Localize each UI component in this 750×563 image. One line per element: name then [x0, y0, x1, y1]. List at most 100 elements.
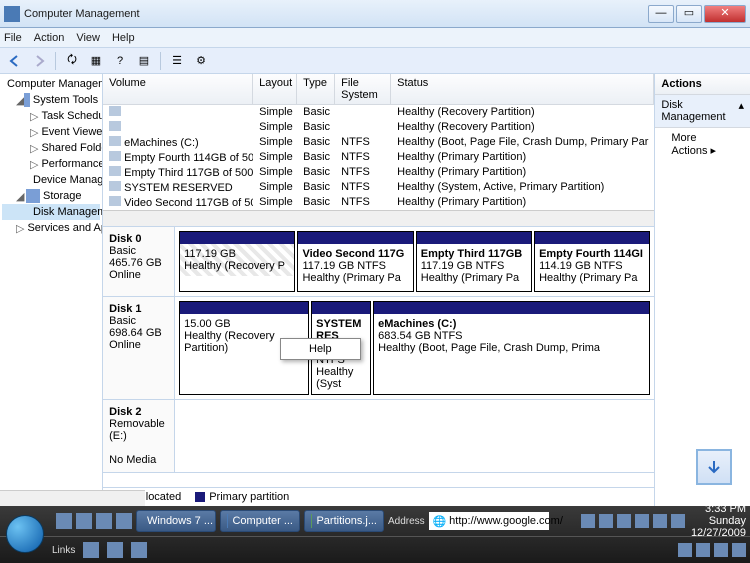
partition-d0-1[interactable]: Video Second 117G117.19 GB NTFSHealthy (…: [297, 231, 413, 292]
settings-icon[interactable]: ⚙: [190, 50, 212, 72]
link-icon[interactable]: [131, 542, 147, 558]
refresh-icon[interactable]: 🗘: [61, 50, 83, 72]
address-bar[interactable]: 🌐 http://www.google.com/: [429, 512, 549, 530]
col-filesystem[interactable]: File System: [335, 74, 391, 104]
quicklaunch-icon[interactable]: [76, 513, 92, 529]
volume-row[interactable]: SimpleBasicHealthy (Recovery Partition): [103, 120, 654, 135]
start-button[interactable]: [6, 515, 44, 553]
tree-task-scheduler[interactable]: ▷Task Scheduler: [2, 108, 100, 124]
disk-row-0: Disk 0 Basic 465.76 GB Online 117.19 GBH…: [103, 227, 654, 297]
volume-row[interactable]: SimpleBasicHealthy (Recovery Partition): [103, 105, 654, 120]
tree-system-tools[interactable]: ◢System Tools: [2, 92, 100, 108]
maximize-button[interactable]: ▭: [676, 5, 702, 23]
menubar: File Action View Help: [0, 28, 750, 48]
chevron-right-icon: ▸: [711, 145, 717, 157]
tree-pane: Computer Management (Local ◢System Tools…: [0, 74, 103, 506]
taskbar-task[interactable]: Computer ...: [220, 510, 300, 532]
volume-icon: [109, 181, 121, 191]
volume-header: Volume Layout Type File System Status: [103, 74, 654, 105]
volume-list: SimpleBasicHealthy (Recovery Partition) …: [103, 105, 654, 210]
tree-shared-folders[interactable]: ▷Shared Folders: [2, 140, 100, 156]
volume-hscroll[interactable]: [103, 210, 654, 226]
go-button[interactable]: [696, 449, 732, 485]
disk-label-1[interactable]: Disk 1 Basic 698.64 GB Online: [103, 297, 175, 399]
partition-d1-2[interactable]: eMachines (C:)683.54 GB NTFSHealthy (Boo…: [373, 301, 650, 395]
tray-icon[interactable]: [653, 514, 667, 528]
volume-row[interactable]: Video Second 117GB of 500GB (F:)SimpleBa…: [103, 195, 654, 210]
volume-row[interactable]: Empty Fourth 114GB of 500GB (H:)SimpleBa…: [103, 150, 654, 165]
volume-row[interactable]: SYSTEM RESERVEDSimpleBasicNTFSHealthy (S…: [103, 180, 654, 195]
volume-icon: [109, 136, 121, 146]
volume-icon: [109, 151, 121, 161]
properties-icon[interactable]: ▦: [85, 50, 107, 72]
actions-disk-mgmt[interactable]: Disk Management▴: [655, 95, 750, 128]
volume-icon[interactable]: [732, 543, 746, 557]
tray-icon[interactable]: [696, 543, 710, 557]
menu-view[interactable]: View: [76, 32, 100, 44]
back-button[interactable]: [4, 50, 26, 72]
col-volume[interactable]: Volume: [103, 74, 253, 104]
tray-icon[interactable]: [678, 543, 692, 557]
actions-header: Actions: [655, 74, 750, 95]
quicklaunch-icon[interactable]: [116, 513, 132, 529]
menu-help[interactable]: Help: [112, 32, 135, 44]
taskbar-task[interactable]: Partitions.j...: [304, 510, 384, 532]
partition-d0-3[interactable]: Empty Fourth 114GI114.19 GB NTFSHealthy …: [534, 231, 650, 292]
network-icon[interactable]: [714, 543, 728, 557]
app-icon: [4, 6, 20, 22]
actions-more[interactable]: More Actions ▸: [655, 128, 750, 161]
tree-hscroll[interactable]: [0, 490, 103, 506]
disk-label-0[interactable]: Disk 0 Basic 465.76 GB Online: [103, 227, 175, 296]
link-icon[interactable]: [83, 542, 99, 558]
col-layout[interactable]: Layout: [253, 74, 297, 104]
toolbar: 🗘 ▦ ? ▤ ☰ ⚙: [0, 48, 750, 74]
collapse-icon: ▴: [738, 99, 744, 123]
console-icon[interactable]: ▤: [133, 50, 155, 72]
taskbar: Windows 7 ... Computer ... Partitions.j.…: [0, 506, 750, 563]
menu-action[interactable]: Action: [34, 32, 65, 44]
volume-icon: [109, 121, 121, 131]
tree-event-viewer[interactable]: ▷Event Viewer: [2, 124, 100, 140]
window-title: Computer Management: [24, 8, 648, 20]
col-type[interactable]: Type: [297, 74, 335, 104]
tree-root[interactable]: Computer Management (Local: [2, 76, 100, 92]
help-icon[interactable]: ?: [109, 50, 131, 72]
disk-graphic-view: Disk 0 Basic 465.76 GB Online 117.19 GBH…: [103, 226, 654, 487]
clock[interactable]: 3:33 PM Sunday 12/27/2009: [691, 503, 746, 539]
list-icon[interactable]: ☰: [166, 50, 188, 72]
address-label: Address: [388, 516, 425, 527]
forward-button[interactable]: [28, 50, 50, 72]
actions-pane: Actions Disk Management▴ More Actions ▸: [655, 74, 750, 506]
minimize-button[interactable]: —: [648, 5, 674, 23]
tray-icon[interactable]: [581, 514, 595, 528]
tree-performance[interactable]: ▷Performance: [2, 156, 100, 172]
taskbar-task[interactable]: Windows 7 ...: [136, 510, 216, 532]
tree-device-manager[interactable]: Device Manager: [2, 172, 100, 188]
disk-label-2[interactable]: Disk 2 Removable (E:) No Media: [103, 400, 175, 472]
titlebar: Computer Management — ▭ ✕: [0, 0, 750, 28]
quicklaunch-icon[interactable]: [96, 513, 112, 529]
tray-icon[interactable]: [635, 514, 649, 528]
link-icon[interactable]: [107, 542, 123, 558]
image-icon: [311, 514, 312, 528]
disk-row-1: Disk 1 Basic 698.64 GB Online 15.00 GBHe…: [103, 297, 654, 400]
tree-disk-management[interactable]: Disk Management: [2, 204, 100, 220]
volume-row[interactable]: eMachines (C:)SimpleBasicNTFSHealthy (Bo…: [103, 135, 654, 150]
tree-services-apps[interactable]: ▷Services and Applications: [2, 220, 100, 236]
center-pane: Volume Layout Type File System Status Si…: [103, 74, 655, 506]
close-button[interactable]: ✕: [704, 5, 746, 23]
volume-row[interactable]: Empty Third 117GB of 500GB (G:)SimpleBas…: [103, 165, 654, 180]
volume-icon: [109, 106, 121, 116]
tray-icon[interactable]: [617, 514, 631, 528]
col-status[interactable]: Status: [391, 74, 654, 104]
partition-d0-2[interactable]: Empty Third 117GB117.19 GB NTFSHealthy (…: [416, 231, 532, 292]
tray-icon[interactable]: [671, 514, 685, 528]
partition-d0-0[interactable]: 117.19 GBHealthy (Recovery P: [179, 231, 295, 292]
quicklaunch-icon[interactable]: [56, 513, 72, 529]
compmgmt-icon: [227, 514, 228, 528]
help-tooltip[interactable]: Help: [280, 338, 361, 360]
disk-row-2: Disk 2 Removable (E:) No Media: [103, 400, 654, 473]
tray-icon[interactable]: [599, 514, 613, 528]
tree-storage[interactable]: ◢Storage: [2, 188, 100, 204]
menu-file[interactable]: File: [4, 32, 22, 44]
